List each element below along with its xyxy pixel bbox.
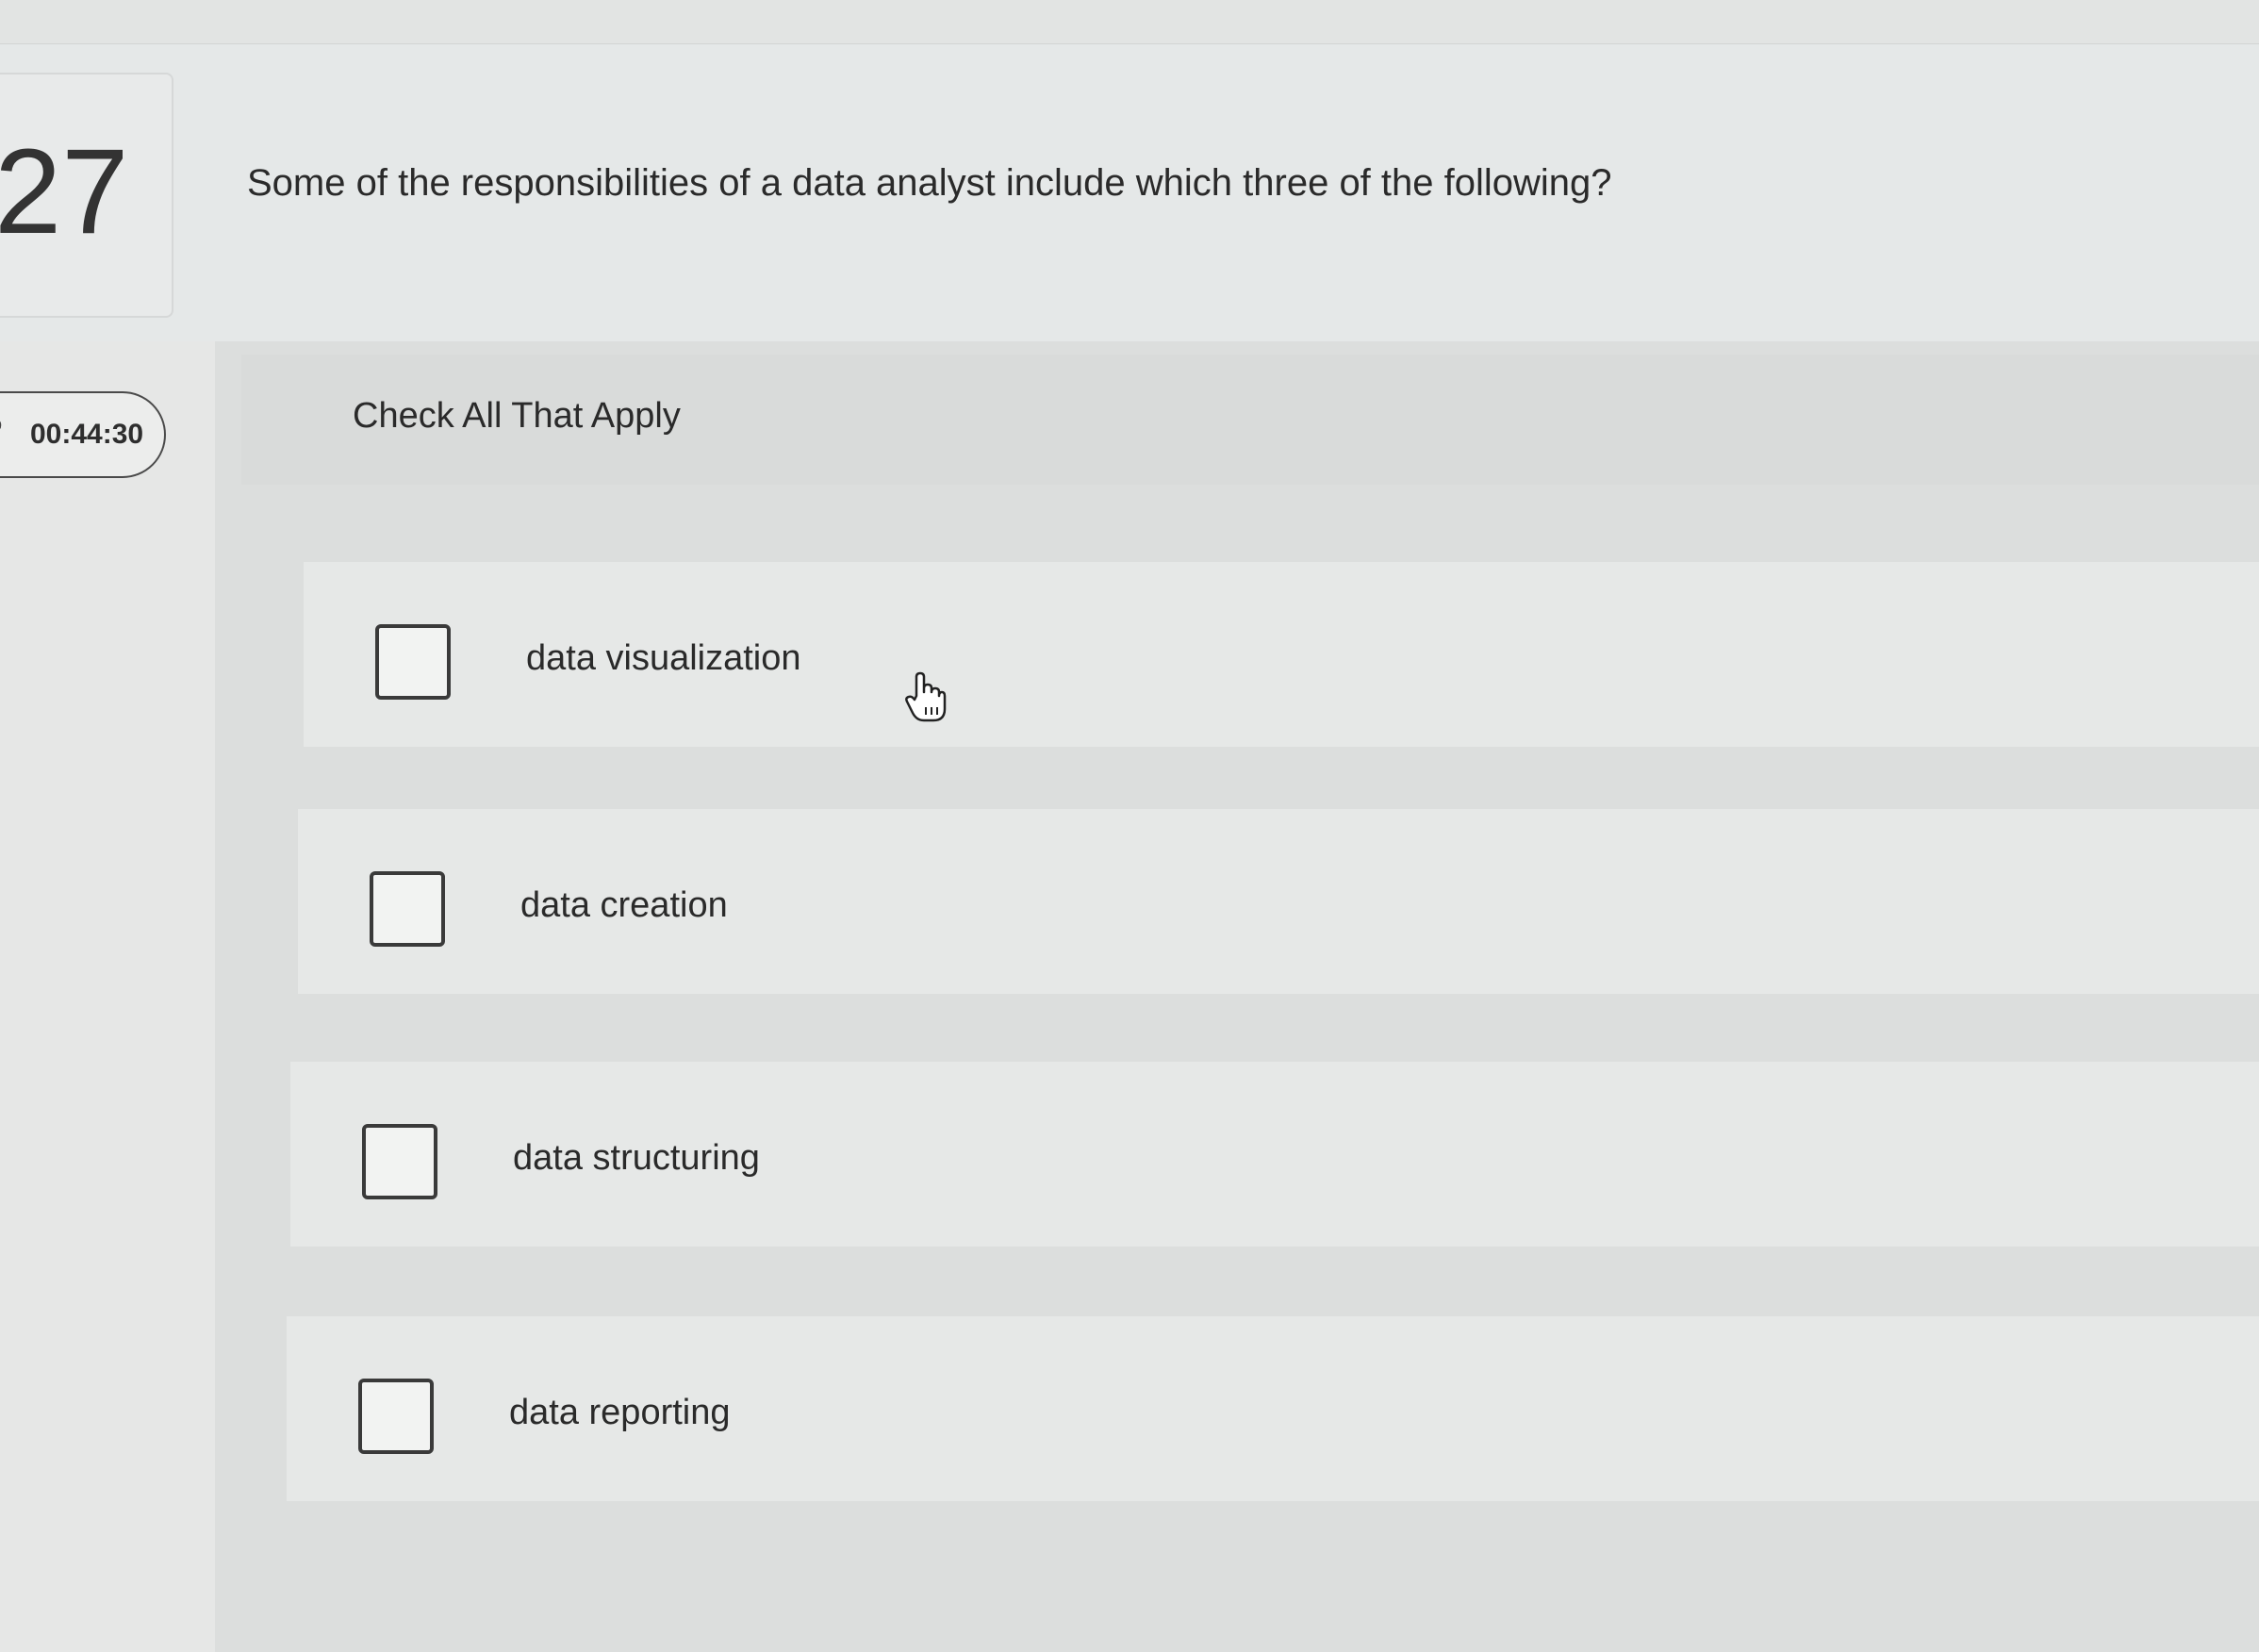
option-label: data creation bbox=[520, 885, 728, 925]
question-prompt: Some of the responsibilities of a data a… bbox=[247, 162, 1612, 204]
timer-badge[interactable]: 00:44:30 bbox=[0, 391, 166, 478]
option-label: data reporting bbox=[509, 1393, 731, 1432]
checkbox[interactable] bbox=[375, 624, 451, 700]
option-label: data visualization bbox=[526, 638, 801, 678]
timer-value: 00:44:30 bbox=[30, 419, 144, 450]
option-label: data structuring bbox=[513, 1138, 760, 1178]
hand-pointer-icon bbox=[903, 671, 947, 722]
checkbox[interactable] bbox=[370, 871, 445, 947]
answer-option-data-reporting[interactable]: data reporting bbox=[287, 1316, 2259, 1501]
answer-option-data-visualization[interactable]: data visualization bbox=[304, 562, 2259, 747]
answer-option-data-creation[interactable]: data creation bbox=[298, 809, 2259, 994]
question-number: 27 bbox=[0, 124, 129, 259]
answer-option-data-structuring[interactable]: data structuring bbox=[290, 1062, 2259, 1247]
instruction-text: Check All That Apply bbox=[353, 396, 681, 436]
top-bar bbox=[0, 0, 2259, 44]
checkbox[interactable] bbox=[358, 1379, 434, 1454]
timer-icon bbox=[0, 418, 6, 450]
checkbox[interactable] bbox=[362, 1124, 437, 1199]
